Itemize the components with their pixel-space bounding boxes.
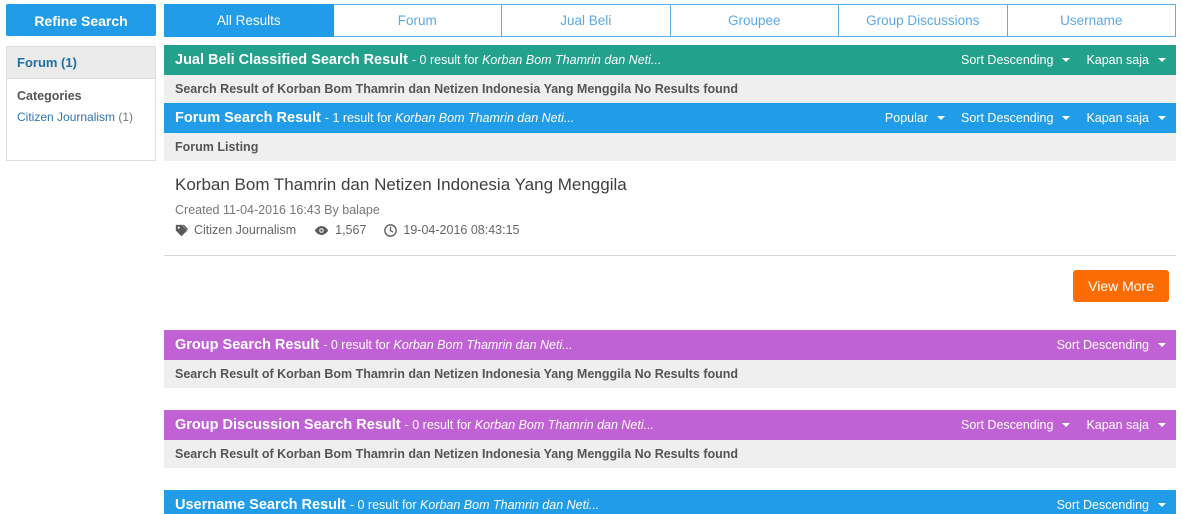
group-discussion-result-header: Group Discussion Search Result - 0 resul… — [164, 410, 1176, 440]
chevron-down-icon — [1062, 423, 1070, 427]
tab-username[interactable]: Username — [1008, 4, 1177, 37]
section-group-discussion: Group Discussion Search Result - 0 resul… — [164, 410, 1176, 468]
chevron-down-icon — [1158, 343, 1166, 347]
username-subtitle: - 0 result for Korban Bom Thamrin dan Ne… — [350, 498, 599, 512]
search-results-page: Refine Search Forum (1) Categories Citiz… — [0, 0, 1183, 514]
dropdown-label: Kapan saja — [1086, 111, 1149, 125]
chevron-down-icon — [1158, 58, 1166, 62]
jual-beli-title: Jual Beli Classified Search Result — [175, 52, 408, 68]
section-username: Username Search Result - 0 result for Ko… — [164, 490, 1176, 514]
clock-icon — [384, 224, 397, 237]
group-result-header: Group Search Result - 0 result for Korba… — [164, 330, 1176, 360]
forum-time-dropdown[interactable]: Kapan saja — [1086, 111, 1166, 125]
username-sort-dropdown[interactable]: Sort Descending — [1057, 498, 1166, 512]
jual-beli-result-header: Jual Beli Classified Search Result - 0 r… — [164, 45, 1176, 75]
tab-group-discussions[interactable]: Group Discussions — [839, 4, 1008, 37]
chevron-down-icon — [1062, 116, 1070, 120]
group-discussion-title: Group Discussion Search Result — [175, 417, 401, 433]
forum-query: Korban Bom Thamrin dan Neti... — [395, 111, 574, 125]
forum-view-more-row: View More — [164, 256, 1176, 302]
chevron-down-icon — [1158, 503, 1166, 507]
section-forum: Forum Search Result - 1 result for Korba… — [164, 103, 1176, 302]
forum-item-meta: Citizen Journalism 1,567 — [175, 223, 1165, 237]
jual-beli-time-dropdown[interactable]: Kapan saja — [1086, 53, 1166, 67]
jual-beli-no-results: Search Result of Korban Bom Thamrin dan … — [164, 75, 1176, 103]
jual-beli-query: Korban Bom Thamrin dan Neti... — [482, 53, 661, 67]
view-more-button[interactable]: View More — [1073, 270, 1169, 302]
forum-listing-card: Forum Listing Korban Bom Thamrin dan Net… — [164, 133, 1176, 256]
refine-search-sidebar: Refine Search Forum (1) Categories Citiz… — [6, 4, 156, 161]
tab-jual-beli[interactable]: Jual Beli — [502, 4, 671, 37]
forum-item-created: Created 11-04-2016 16:43 By balape — [175, 203, 1165, 217]
group-discussion-time-dropdown[interactable]: Kapan saja — [1086, 418, 1166, 432]
forum-sort-dropdown[interactable]: Sort Descending — [961, 111, 1070, 125]
categories-title: Categories — [7, 79, 155, 107]
group-discussion-sort-dropdown[interactable]: Sort Descending — [961, 418, 1070, 432]
category-label: Citizen Journalism — [194, 223, 296, 237]
updated-timestamp: 19-04-2016 08:43:15 — [403, 223, 519, 237]
refine-panel-header: Forum (1) — [7, 47, 155, 79]
username-query: Korban Bom Thamrin dan Neti... — [420, 498, 599, 512]
forum-item-updated: 19-04-2016 08:43:15 — [384, 223, 519, 237]
dropdown-label: Kapan saja — [1086, 53, 1149, 67]
forum-subtitle: - 1 result for Korban Bom Thamrin dan Ne… — [325, 111, 574, 125]
refine-search-button[interactable]: Refine Search — [6, 4, 156, 36]
username-result-header: Username Search Result - 0 result for Ko… — [164, 490, 1176, 514]
forum-result-header: Forum Search Result - 1 result for Korba… — [164, 103, 1176, 133]
group-discussion-query: Korban Bom Thamrin dan Neti... — [475, 418, 654, 432]
tag-icon — [175, 224, 188, 237]
results-main-column: Jual Beli Classified Search Result - 0 r… — [164, 45, 1176, 514]
sidebar-category-citizen-journalism[interactable]: Citizen Journalism (1) — [7, 107, 155, 130]
forum-title: Forum Search Result — [175, 110, 321, 126]
results-tab-bar: All Results Forum Jual Beli Groupee Grou… — [164, 4, 1176, 37]
views-count: 1,567 — [335, 223, 366, 237]
forum-listing-item: Korban Bom Thamrin dan Netizen Indonesia… — [164, 161, 1176, 255]
forum-listing-header: Forum Listing — [164, 133, 1176, 161]
forum-item-category[interactable]: Citizen Journalism — [175, 223, 296, 237]
username-title: Username Search Result — [175, 497, 346, 513]
section-jual-beli: Jual Beli Classified Search Result - 0 r… — [164, 45, 1176, 103]
category-count: (1) — [118, 110, 133, 124]
dropdown-label: Popular — [885, 111, 928, 125]
chevron-down-icon — [937, 116, 945, 120]
group-discussion-subtitle: - 0 result for Korban Bom Thamrin dan Ne… — [405, 418, 654, 432]
dropdown-label: Sort Descending — [961, 53, 1053, 67]
dropdown-label: Kapan saja — [1086, 418, 1149, 432]
dropdown-label: Sort Descending — [961, 418, 1053, 432]
group-sort-dropdown[interactable]: Sort Descending — [1057, 338, 1166, 352]
tab-all-results[interactable]: All Results — [164, 4, 334, 37]
section-group: Group Search Result - 0 result for Korba… — [164, 330, 1176, 388]
forum-popular-dropdown[interactable]: Popular — [885, 111, 945, 125]
dropdown-label: Sort Descending — [1057, 498, 1149, 512]
chevron-down-icon — [1158, 116, 1166, 120]
jual-beli-sort-dropdown[interactable]: Sort Descending — [961, 53, 1070, 67]
forum-item-title[interactable]: Korban Bom Thamrin dan Netizen Indonesia… — [175, 175, 1165, 195]
group-subtitle: - 0 result for Korban Bom Thamrin dan Ne… — [323, 338, 572, 352]
tab-forum[interactable]: Forum — [334, 4, 503, 37]
dropdown-label: Sort Descending — [1057, 338, 1149, 352]
group-title: Group Search Result — [175, 337, 319, 353]
refine-panel: Forum (1) Categories Citizen Journalism … — [6, 46, 156, 161]
chevron-down-icon — [1062, 58, 1070, 62]
tab-groupee[interactable]: Groupee — [671, 4, 840, 37]
category-label: Citizen Journalism — [17, 110, 115, 124]
group-query: Korban Bom Thamrin dan Neti... — [393, 338, 572, 352]
jual-beli-subtitle: - 0 result for Korban Bom Thamrin dan Ne… — [412, 53, 661, 67]
group-discussion-no-results: Search Result of Korban Bom Thamrin dan … — [164, 440, 1176, 468]
group-no-results: Search Result of Korban Bom Thamrin dan … — [164, 360, 1176, 388]
eye-icon — [314, 224, 329, 237]
forum-item-views: 1,567 — [314, 223, 366, 237]
chevron-down-icon — [1158, 423, 1166, 427]
dropdown-label: Sort Descending — [961, 111, 1053, 125]
